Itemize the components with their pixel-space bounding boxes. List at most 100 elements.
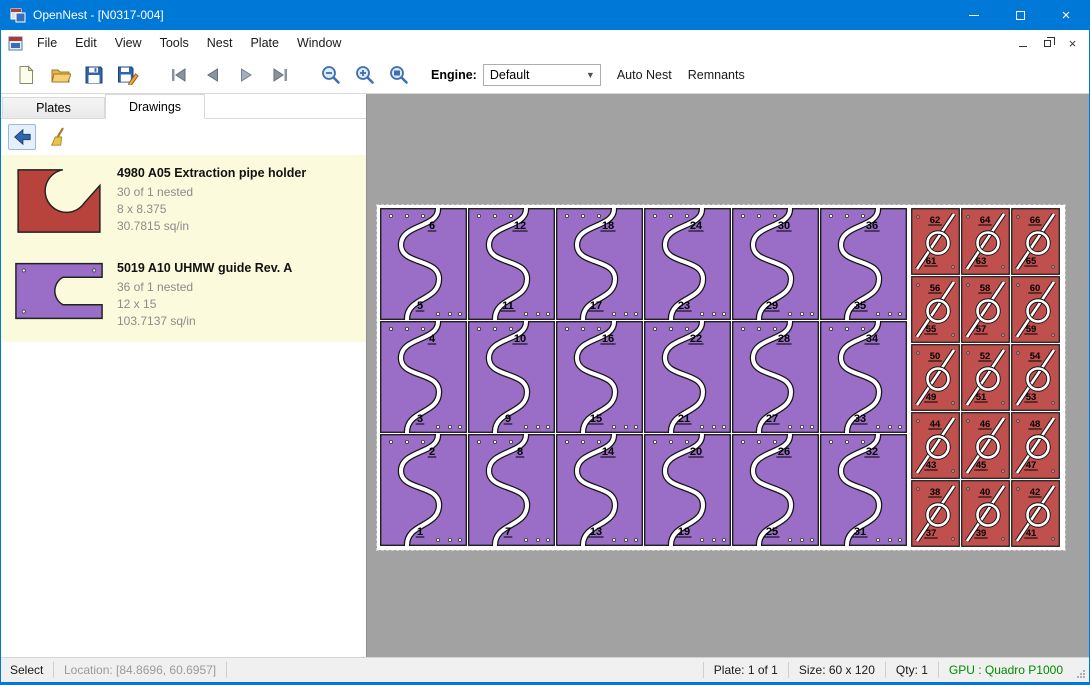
last-arrow-icon — [271, 66, 290, 84]
svg-text:15: 15 — [590, 413, 602, 425]
nested-part-pair-red[interactable]: 44 43 — [911, 412, 960, 479]
maximize-button[interactable] — [997, 0, 1043, 30]
nested-part-pair-red[interactable]: 46 45 — [961, 412, 1010, 479]
maximize-icon — [1016, 11, 1025, 20]
drawing-item[interactable]: 5019 A10 UHMW guide Rev. A 36 of 1 neste… — [1, 250, 366, 342]
plate[interactable]: 6 5 12 11 18 17 24 23 30 29 36 35 — [377, 205, 1065, 550]
drawing-meta: 5019 A10 UHMW guide Rev. A 36 of 1 neste… — [117, 259, 292, 330]
save-as-icon — [117, 65, 139, 85]
nested-part-pair-purple[interactable]: 36 35 — [820, 208, 907, 320]
menu-item-view[interactable]: View — [106, 32, 151, 54]
svg-text:62: 62 — [930, 215, 941, 226]
mdi-restore-icon — [1044, 40, 1051, 47]
status-qty: Qty: 1 — [886, 663, 938, 677]
window-title: OpenNest - [N0317-004] — [33, 8, 164, 22]
auto-nest-button[interactable]: Auto Nest — [617, 68, 672, 82]
nested-part-pair-red[interactable]: 56 55 — [911, 276, 960, 343]
nested-part-pair-red[interactable]: 54 53 — [1011, 344, 1060, 411]
purple-part-thumbnail — [12, 259, 106, 323]
nested-part-pair-red[interactable]: 64 63 — [961, 208, 1010, 275]
svg-text:59: 59 — [1026, 324, 1037, 335]
svg-text:34: 34 — [866, 333, 879, 345]
remnants-button[interactable]: Remnants — [688, 68, 745, 82]
new-button[interactable] — [9, 60, 43, 90]
nested-part-pair-red[interactable]: 52 51 — [961, 344, 1010, 411]
menu-item-edit[interactable]: Edit — [66, 32, 106, 54]
save-as-button[interactable] — [111, 60, 145, 90]
menu-item-tools[interactable]: Tools — [151, 32, 198, 54]
svg-text:3: 3 — [417, 413, 423, 425]
svg-text:46: 46 — [980, 419, 991, 430]
svg-text:20: 20 — [690, 446, 702, 458]
red-part-thumbnail — [12, 164, 106, 238]
nested-part-pair-purple[interactable]: 30 29 — [732, 208, 819, 320]
mdi-minimize-icon — [1019, 46, 1027, 47]
svg-text:27: 27 — [766, 413, 778, 425]
menu-item-plate[interactable]: Plate — [241, 32, 288, 54]
clear-nest-button[interactable] — [44, 124, 72, 150]
nested-part-pair-purple[interactable]: 10 9 — [468, 321, 555, 433]
previous-arrow-icon — [203, 66, 222, 84]
open-folder-icon — [50, 65, 71, 85]
svg-text:32: 32 — [866, 446, 878, 458]
nested-part-pair-purple[interactable]: 26 25 — [732, 434, 819, 546]
previous-plate-button[interactable] — [195, 60, 229, 90]
nested-part-pair-red[interactable]: 50 49 — [911, 344, 960, 411]
nested-part-pair-red[interactable]: 60 59 — [1011, 276, 1060, 343]
zoom-in-button[interactable] — [347, 60, 381, 90]
nested-part-pair-purple[interactable]: 8 7 — [468, 434, 555, 546]
last-plate-button[interactable] — [263, 60, 297, 90]
nested-part-pair-red[interactable]: 42 41 — [1011, 480, 1060, 547]
nested-part-pair-purple[interactable]: 14 13 — [556, 434, 643, 546]
nested-part-pair-purple[interactable]: 20 19 — [644, 434, 731, 546]
mdi-restore-button[interactable] — [1036, 33, 1059, 53]
nested-part-pair-purple[interactable]: 18 17 — [556, 208, 643, 320]
menu-item-window[interactable]: Window — [288, 32, 350, 54]
svg-text:37: 37 — [926, 528, 937, 539]
first-arrow-icon — [169, 66, 188, 84]
nested-part-pair-purple[interactable]: 34 33 — [820, 321, 907, 433]
mdi-close-button[interactable]: × — [1061, 33, 1084, 53]
nested-part-pair-red[interactable]: 40 39 — [961, 480, 1010, 547]
mdi-minimize-button[interactable] — [1011, 33, 1034, 53]
menu-item-file[interactable]: File — [28, 32, 66, 54]
nested-part-pair-purple[interactable]: 28 27 — [732, 321, 819, 433]
nested-part-pair-purple[interactable]: 2 1 — [380, 434, 467, 546]
svg-text:30: 30 — [778, 220, 790, 232]
content-area: Plates Drawings — [1, 94, 1089, 657]
nested-part-pair-red[interactable]: 48 47 — [1011, 412, 1060, 479]
nested-part-pair-purple[interactable]: 16 15 — [556, 321, 643, 433]
menu-item-nest[interactable]: Nest — [198, 32, 242, 54]
nested-part-pair-purple[interactable]: 24 23 — [644, 208, 731, 320]
tab-drawings[interactable]: Drawings — [105, 94, 205, 119]
zoom-out-button[interactable] — [313, 60, 347, 90]
open-button[interactable] — [43, 60, 77, 90]
nested-part-pair-purple[interactable]: 4 3 — [380, 321, 467, 433]
zoom-fit-button[interactable] — [381, 60, 415, 90]
nested-part-pair-purple[interactable]: 22 21 — [644, 321, 731, 433]
menu-items: FileEditViewToolsNestPlateWindow — [28, 32, 350, 54]
close-button[interactable]: × — [1043, 0, 1089, 30]
nested-part-pair-red[interactable]: 58 57 — [961, 276, 1010, 343]
resize-grip[interactable] — [1073, 658, 1089, 682]
next-plate-button[interactable] — [229, 60, 263, 90]
svg-text:56: 56 — [930, 283, 941, 294]
svg-text:19: 19 — [678, 526, 690, 538]
drawing-item[interactable]: 4980 A05 Extraction pipe holder 30 of 1 … — [1, 155, 366, 250]
engine-select[interactable]: Default ▼ — [483, 64, 601, 86]
minimize-button[interactable] — [951, 0, 997, 30]
nested-part-pair-red[interactable]: 62 61 — [911, 208, 960, 275]
first-plate-button[interactable] — [161, 60, 195, 90]
nest-canvas[interactable]: 6 5 12 11 18 17 24 23 30 29 36 35 — [367, 94, 1089, 657]
nested-part-pair-purple[interactable]: 12 11 — [468, 208, 555, 320]
nested-part-pair-red[interactable]: 38 37 — [911, 480, 960, 547]
assign-drawing-button[interactable] — [8, 124, 36, 150]
save-button[interactable] — [77, 60, 111, 90]
nested-part-pair-red[interactable]: 66 65 — [1011, 208, 1060, 275]
document-icon — [8, 36, 23, 51]
nested-part-pair-purple[interactable]: 32 31 — [820, 434, 907, 546]
tab-plates[interactable]: Plates — [2, 97, 105, 118]
svg-text:7: 7 — [505, 526, 511, 538]
nested-part-pair-purple[interactable]: 6 5 — [380, 208, 467, 320]
chevron-down-icon: ▼ — [586, 70, 600, 80]
